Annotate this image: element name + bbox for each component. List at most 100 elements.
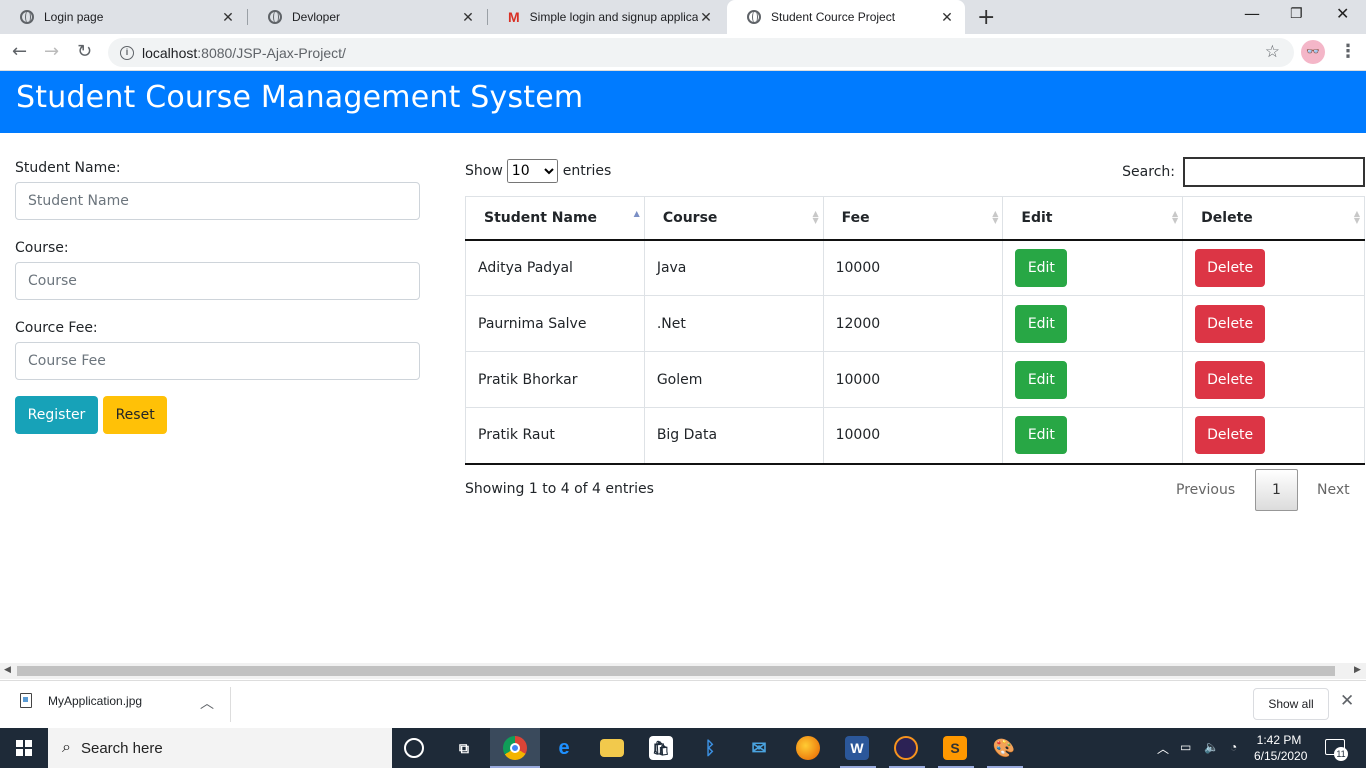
fee-label: Cource Fee: [15,320,98,336]
chevron-up-icon[interactable]: ︿ [1157,740,1169,757]
file-explorer-icon[interactable] [600,739,624,757]
column-header-delete[interactable]: Delete ▲ ▼ [1182,196,1365,241]
students-table: Student Name ▲ Course ▲ ▼ Fee ▲ ▼ Edit ▲ ▼ Dele… [465,196,1365,465]
edit-button[interactable]: Edit [1015,248,1068,287]
delete-button[interactable]: Delete [1195,416,1266,455]
reset-button[interactable]: Reset [103,396,168,434]
table-row: Pratik Bhorkar Golem 10000 Edit Delete [465,351,1365,408]
page-length-select[interactable]: 10 [506,159,558,183]
edit-button[interactable]: Edit [1015,360,1068,399]
paint-icon[interactable]: 🎨 [992,736,1016,760]
sort-ascending-icon: ▲ [633,209,640,218]
cell-student-name: Pratik Bhorkar [465,351,645,408]
cortana-icon[interactable] [404,738,424,758]
profile-avatar-icon[interactable]: 👓 [1301,40,1325,64]
sort-both-icon: ▲ ▼ [992,209,999,225]
cell-delete: Delete [1182,239,1365,296]
wifi-icon[interactable]: ◔ [1230,740,1237,754]
scroll-left-icon[interactable]: ◀ [4,665,11,675]
windows-start-icon[interactable] [16,740,32,756]
window-close-icon[interactable]: ✕ [1336,4,1349,23]
cell-delete: Delete [1182,407,1365,465]
download-item[interactable]: MyApplication.jpg [20,693,142,708]
close-icon[interactable]: ✕ [460,9,476,26]
edge-icon[interactable]: e [552,736,576,760]
store-icon[interactable]: 🛍 [649,736,673,760]
cell-fee: 10000 [822,239,1004,296]
close-icon[interactable]: ✕ [220,9,236,26]
tab-title: Login page [44,10,104,24]
globe-icon [747,10,761,24]
edit-button[interactable]: Edit [1015,416,1068,455]
sort-both-icon: ▲ ▼ [1353,209,1360,225]
pagination: Previous 1 Next [1160,469,1365,511]
tab-title: Student Cource Project [771,10,896,24]
register-button[interactable]: Register [15,396,98,434]
cell-student-name: Aditya Padyal [465,239,645,296]
back-icon[interactable]: ← [12,41,27,62]
course-label: Course: [15,240,69,256]
cell-edit: Edit [1002,407,1184,465]
taskbar-search[interactable]: ⌕ Search here [48,728,392,768]
course-input[interactable] [15,262,420,300]
close-icon[interactable]: ✕ [1340,691,1354,711]
delete-button[interactable]: Delete [1195,304,1266,343]
tab-devloper[interactable]: Devloper ✕ [248,0,486,34]
tab-gmail[interactable]: M Simple login and signup applicati ✕ [488,0,724,34]
column-header-fee[interactable]: Fee ▲ ▼ [822,196,1004,241]
sublime-text-icon[interactable]: S [943,736,967,760]
scrollbar-thumb[interactable] [17,666,1335,676]
address-bar[interactable]: i localhost:8080/JSP-Ajax-Project/ ☆ [108,38,1294,67]
firefox-icon[interactable] [796,736,820,760]
cell-student-name: Pratik Raut [465,407,645,465]
cell-course: Big Data [643,407,824,465]
chrome-taskbar-button[interactable] [490,728,540,768]
bookmark-star-icon[interactable]: ☆ [1265,42,1280,62]
search-input[interactable] [1183,157,1365,187]
column-header-edit[interactable]: Edit ▲ ▼ [1002,196,1184,241]
column-label: Fee [841,209,870,226]
column-header-course[interactable]: Course ▲ ▼ [643,196,824,241]
clock-date: 6/15/2020 [1254,749,1308,763]
student-name-input[interactable] [15,182,420,220]
tab-student-cource-project[interactable]: Student Cource Project ✕ [727,0,965,34]
column-header-student-name[interactable]: Student Name ▲ [465,196,645,241]
close-icon[interactable]: ✕ [939,9,955,26]
task-view-icon[interactable]: ⧉ [452,736,476,760]
horizontal-scrollbar[interactable]: ◀ ▶ [0,663,1366,679]
page-1-button[interactable]: 1 [1255,469,1298,511]
volume-icon[interactable]: 🔈 [1204,740,1219,754]
mail-icon[interactable]: ✉ [747,736,771,760]
reload-icon[interactable]: ↻ [77,41,92,62]
delete-button[interactable]: Delete [1195,248,1266,287]
scroll-right-icon[interactable]: ▶ [1354,665,1361,675]
eclipse-icon[interactable] [894,736,918,760]
browser-tab-strip: Login page ✕ Devloper ✕ M Simple login a… [0,0,1366,34]
chevron-up-icon[interactable]: ︿ [200,693,214,713]
cell-course: .Net [643,295,824,352]
table-header-row: Student Name ▲ Course ▲ ▼ Fee ▲ ▼ Edit ▲ ▼ Dele… [465,196,1365,241]
previous-button[interactable]: Previous [1176,482,1235,498]
battery-icon[interactable]: ▭ [1180,740,1191,754]
chrome-menu-icon[interactable]: ⋮ [1339,41,1357,62]
new-tab-icon[interactable]: + [977,5,995,30]
table-row: Pratik Raut Big Data 10000 Edit Delete [465,407,1365,465]
close-icon[interactable]: ✕ [698,9,714,26]
restore-icon[interactable]: ❐ [1290,6,1303,22]
info-icon[interactable]: i [120,45,134,60]
forward-icon[interactable]: → [44,41,59,62]
bluetooth-icon[interactable]: ᛒ [698,736,722,760]
delete-button[interactable]: Delete [1195,360,1266,399]
taskbar-clock[interactable]: 1:42 PM 6/15/2020 [1254,732,1308,764]
tab-login-page[interactable]: Login page ✕ [0,0,246,34]
tab-title: Simple login and signup applicati [529,10,698,24]
table-info: Showing 1 to 4 of 4 entries [465,481,654,497]
word-icon[interactable]: W [845,736,869,760]
edit-button[interactable]: Edit [1015,304,1068,343]
minimize-icon[interactable]: — [1244,4,1260,23]
next-button[interactable]: Next [1317,482,1350,498]
show-all-button[interactable]: Show all [1253,688,1329,720]
tab-title: Devloper [292,10,341,24]
fee-input[interactable] [15,342,420,380]
search-label: Search: [1122,164,1175,180]
